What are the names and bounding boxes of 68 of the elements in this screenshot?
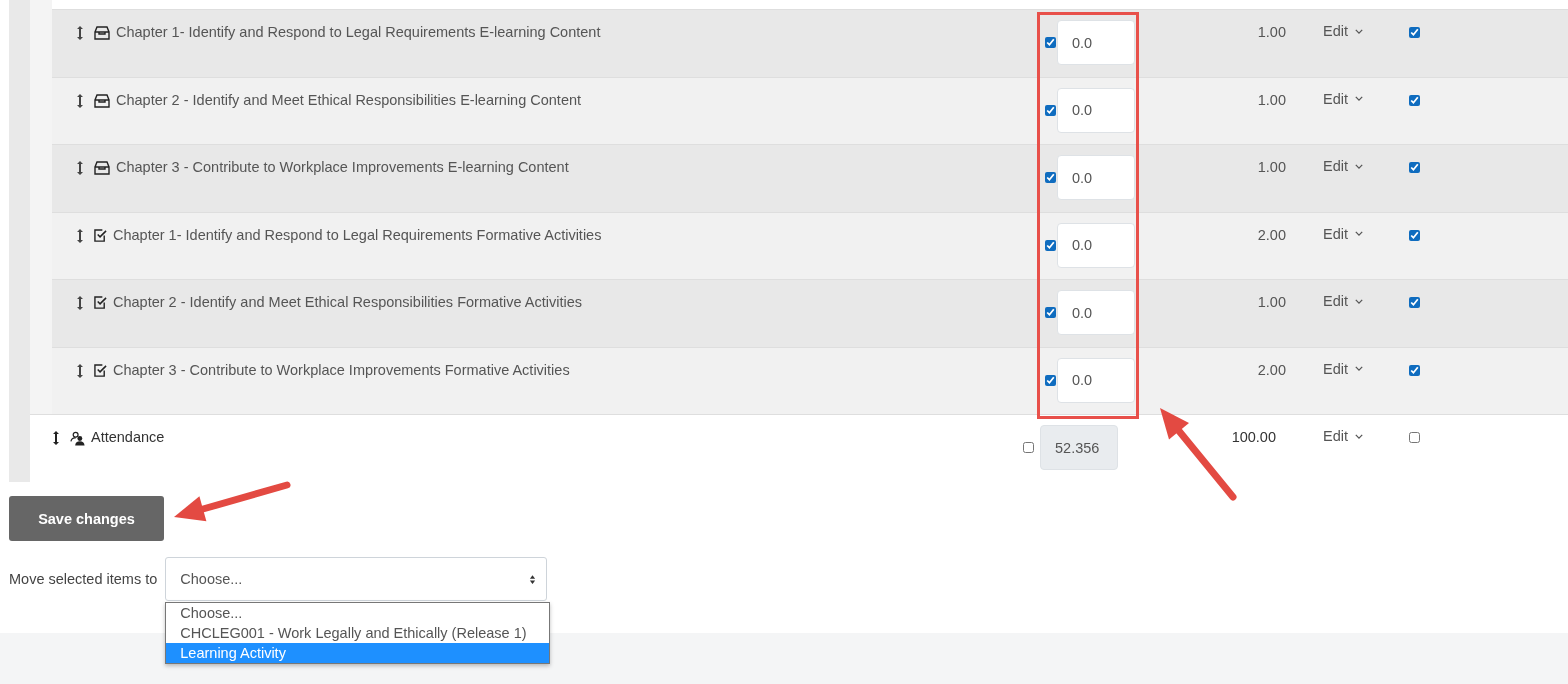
override-checkbox[interactable] <box>1045 104 1056 116</box>
grade-input[interactable]: 0.0 <box>1057 20 1135 65</box>
override-checkbox[interactable] <box>1045 374 1056 386</box>
grade-item-name: Attendance <box>91 429 165 445</box>
move-icon[interactable] <box>76 295 84 311</box>
caret-icon <box>1355 163 1363 169</box>
checklist-icon <box>94 296 107 309</box>
move-icon[interactable] <box>76 362 84 379</box>
grade-item-name: Chapter 2 - Identify and Meet Ethical Responsibilities E-learning Content <box>116 91 582 108</box>
move-icon[interactable] <box>76 160 84 176</box>
select-checkbox[interactable] <box>1409 27 1420 38</box>
grade-item-name: Chapter 3 - Contribute to Workplace Improvements Formative Activities <box>113 361 570 378</box>
edit-menu[interactable]: Edit <box>1323 158 1363 174</box>
people-icon <box>70 431 85 446</box>
box-icon <box>94 93 110 108</box>
grade-input[interactable]: 0.0 <box>1057 222 1135 268</box>
edit-menu[interactable]: Edit <box>1323 360 1363 377</box>
move-icon[interactable] <box>52 430 60 446</box>
weight-value: 1.00 <box>1257 24 1286 40</box>
caret-icon <box>1355 366 1363 371</box>
grade-input[interactable]: 0.0 <box>1057 357 1135 403</box>
select-checkbox[interactable] <box>1409 364 1420 376</box>
weight-value: 100.00 <box>1231 429 1276 445</box>
weight-value: 1.00 <box>1257 294 1286 310</box>
edit-menu[interactable]: Edit <box>1323 90 1363 107</box>
box-icon <box>94 161 110 175</box>
caret-icon <box>1355 231 1363 236</box>
dropdown-option[interactable]: CHCLEG001 - Work Legally and Ethically (Release 1) <box>166 623 550 643</box>
select-checkbox[interactable] <box>1409 229 1420 241</box>
override-checkbox[interactable] <box>1045 37 1056 48</box>
edit-menu[interactable]: Edit <box>1323 293 1363 309</box>
edit-menu[interactable]: Edit <box>1323 428 1363 444</box>
grade-input[interactable]: 0.0 <box>1057 87 1135 133</box>
caret-icon <box>1355 433 1363 439</box>
move-icon[interactable] <box>76 25 84 41</box>
move-icon[interactable] <box>76 92 84 109</box>
select-checkbox[interactable] <box>1409 432 1420 443</box>
checklist-icon <box>94 363 107 377</box>
edit-menu[interactable]: Edit <box>1323 23 1363 39</box>
weight-value: 2.00 <box>1257 361 1286 378</box>
override-checkbox[interactable] <box>1023 442 1034 453</box>
weight-value: 1.00 <box>1257 91 1286 108</box>
grade-item-name: Chapter 1- Identify and Respond to Legal Requirements Formative Activities <box>113 226 602 243</box>
edit-menu[interactable]: Edit <box>1323 225 1363 242</box>
dropdown-option[interactable]: Choose... <box>166 603 550 623</box>
weight-value: 1.00 <box>1257 159 1286 175</box>
move-icon[interactable] <box>76 227 84 244</box>
override-checkbox[interactable] <box>1045 307 1056 318</box>
override-checkbox[interactable] <box>1045 172 1056 183</box>
grade-item-name: Chapter 2 - Identify and Meet Ethical Responsibilities Formative Activities <box>113 294 583 310</box>
move-label: Move selected items to <box>9 571 158 587</box>
grade-item-name: Chapter 3 - Contribute to Workplace Improvements E-learning Content <box>116 159 569 175</box>
caret-icon <box>1355 96 1363 101</box>
select-checkbox[interactable] <box>1409 162 1420 173</box>
select-checkbox[interactable] <box>1409 94 1420 106</box>
override-checkbox[interactable] <box>1045 239 1056 251</box>
save-changes-button[interactable]: Save changes <box>9 496 164 541</box>
checklist-icon <box>94 228 107 242</box>
select-checkbox[interactable] <box>1409 297 1420 308</box>
box-icon <box>94 26 110 40</box>
move-select[interactable]: Choose... <box>165 557 548 601</box>
grade-item-name: Chapter 1- Identify and Respond to Legal Requirements E-learning Content <box>116 24 601 40</box>
caret-icon <box>1355 298 1363 304</box>
weight-value: 2.00 <box>1257 226 1286 243</box>
sort-caret-icon <box>529 573 537 585</box>
grade-input[interactable]: 0.0 <box>1057 290 1135 335</box>
grade-input[interactable]: 0.0 <box>1057 155 1135 200</box>
caret-icon <box>1355 28 1363 34</box>
